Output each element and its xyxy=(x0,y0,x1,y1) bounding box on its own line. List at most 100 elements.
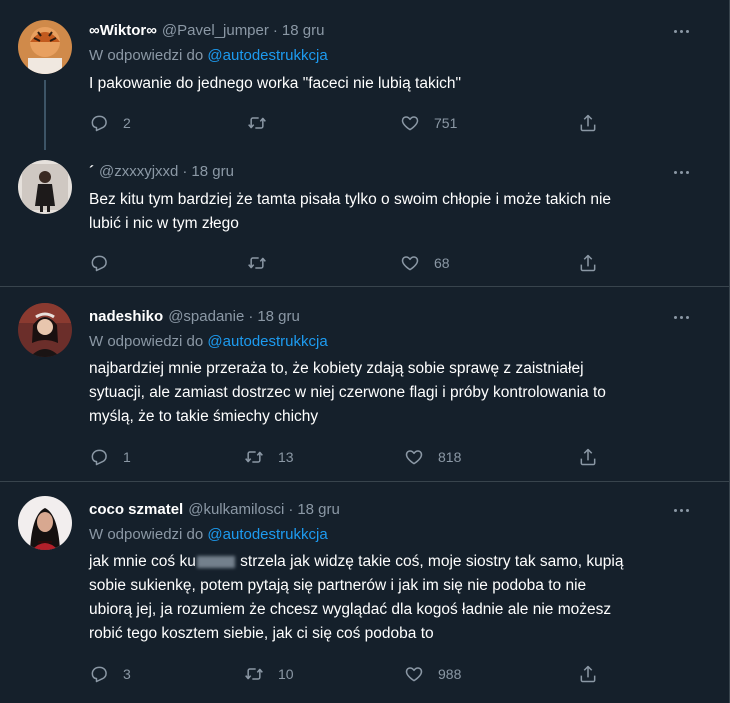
text-fragment: jak mnie coś ku xyxy=(89,553,196,570)
reply-count: 2 xyxy=(123,115,131,131)
separator-dot: · xyxy=(288,501,294,518)
like-count: 751 xyxy=(434,115,458,131)
avatar[interactable] xyxy=(18,160,72,214)
reply-to-line: W odpowiedzi do @autodestrukkcja xyxy=(89,45,328,67)
action-bar: 68 xyxy=(0,251,729,275)
like-icon xyxy=(400,253,420,273)
tweet-text-line: jak mnie coś ku strzela jak widzę takie … xyxy=(89,550,709,574)
retweet-button[interactable] xyxy=(247,251,267,275)
text-fragment: strzela jak widzę takie coś, moje siostr… xyxy=(235,553,624,570)
retweet-count: 13 xyxy=(278,449,294,465)
reply-icon xyxy=(89,113,109,133)
reply-prefix: W odpowiedzi do xyxy=(89,47,204,64)
display-name[interactable]: coco szmatel xyxy=(89,499,183,521)
timestamp[interactable]: 18 gru xyxy=(191,161,234,183)
timestamp[interactable]: 18 gru xyxy=(257,306,300,328)
like-count: 988 xyxy=(438,666,462,682)
retweet-count: 10 xyxy=(278,666,294,682)
reply-button[interactable] xyxy=(89,251,109,275)
user-handle[interactable]: @spadanie xyxy=(168,306,244,328)
share-button[interactable] xyxy=(578,445,598,469)
reply-to-line: W odpowiedzi do @autodestrukkcja xyxy=(89,524,328,546)
reply-to-line: W odpowiedzi do @autodestrukkcja xyxy=(89,331,328,353)
tweet-text-line: Bez kitu tym bardziej że tamta pisała ty… xyxy=(89,191,612,208)
tweet[interactable]: coco szmatel @kulkamilosci · 18 gru W od… xyxy=(0,483,729,703)
reply-icon xyxy=(89,447,109,467)
like-button[interactable]: 818 xyxy=(404,445,461,469)
reply-icon xyxy=(89,253,109,273)
tweet-header: coco szmatel @kulkamilosci · 18 gru xyxy=(89,499,340,521)
retweet-icon xyxy=(247,253,267,273)
more-icon[interactable] xyxy=(669,21,693,41)
reply-icon xyxy=(89,664,109,684)
share-icon xyxy=(578,253,598,273)
tweet[interactable]: nadeshiko @spadanie · 18 gru W odpowiedz… xyxy=(0,288,729,482)
share-icon xyxy=(578,664,598,684)
like-button[interactable]: 68 xyxy=(400,251,450,275)
more-icon[interactable] xyxy=(669,162,693,182)
retweet-icon xyxy=(244,664,264,684)
retweet-icon xyxy=(244,447,264,467)
tweet-text: I pakowanie do jednego worka "faceci nie… xyxy=(89,75,462,92)
tweet[interactable]: ´ @zxxxyjxxd · 18 gru Bez kitu tym bardz… xyxy=(0,149,729,287)
reply-count: 3 xyxy=(123,666,131,682)
tweet-text: Bez kitu tym bardziej że tamta pisała ty… xyxy=(89,188,709,236)
like-button[interactable]: 988 xyxy=(404,662,461,686)
reply-button[interactable]: 2 xyxy=(89,111,131,135)
user-handle[interactable]: @Pavel_jumper xyxy=(162,20,269,42)
avatar[interactable] xyxy=(18,496,72,550)
reply-mention-link[interactable]: @autodestrukkcja xyxy=(207,333,327,350)
retweet-button[interactable] xyxy=(247,111,267,135)
retweet-button[interactable]: 10 xyxy=(244,662,294,686)
like-button[interactable]: 751 xyxy=(400,111,457,135)
reply-mention-link[interactable]: @autodestrukkcja xyxy=(207,47,327,64)
like-icon xyxy=(400,113,420,133)
tweet-text-line: myślą, że to takie śmiechy chichy xyxy=(89,408,319,425)
like-count: 818 xyxy=(438,449,462,465)
share-icon xyxy=(578,113,598,133)
separator-dot: · xyxy=(182,163,188,180)
avatar[interactable] xyxy=(18,303,72,357)
share-button[interactable] xyxy=(578,251,598,275)
action-bar: 2 751 xyxy=(0,111,729,135)
tweet-text: najbardziej mnie przeraża to, że kobiety… xyxy=(89,357,709,429)
like-icon xyxy=(404,664,424,684)
more-icon[interactable] xyxy=(669,500,693,520)
tweet-text-line: robić tego kosztem siebie, jak ci się co… xyxy=(89,625,434,642)
separator-dot: · xyxy=(248,308,254,325)
tweet-header: ∞Wiktor∞ @Pavel_jumper · 18 gru xyxy=(89,20,324,42)
reply-count: 1 xyxy=(123,449,131,465)
like-count: 68 xyxy=(434,255,450,271)
redacted-word xyxy=(196,555,235,568)
tweet-header: ´ @zxxxyjxxd · 18 gru xyxy=(89,161,234,183)
tweet[interactable]: ∞Wiktor∞ @Pavel_jumper · 18 gru W odpowi… xyxy=(0,0,729,150)
display-name[interactable]: nadeshiko xyxy=(89,306,163,328)
action-bar: 1 13 818 xyxy=(0,445,729,469)
retweet-icon xyxy=(247,113,267,133)
tweet-text-line: ubiorą jej, ja rozumiem że chcesz wygląd… xyxy=(89,601,612,618)
action-bar: 3 10 988 xyxy=(0,662,729,686)
user-handle[interactable]: @kulkamilosci xyxy=(188,499,284,521)
avatar[interactable] xyxy=(18,20,72,74)
tweet-header: nadeshiko @spadanie · 18 gru xyxy=(89,306,300,328)
share-button[interactable] xyxy=(578,662,598,686)
tweet-text: jak mnie coś ku strzela jak widzę takie … xyxy=(89,550,709,646)
reply-button[interactable]: 3 xyxy=(89,662,131,686)
reply-prefix: W odpowiedzi do xyxy=(89,526,204,543)
share-button[interactable] xyxy=(578,111,598,135)
separator-dot: · xyxy=(272,22,278,39)
reply-mention-link[interactable]: @autodestrukkcja xyxy=(207,526,327,543)
share-icon xyxy=(578,447,598,467)
tweet-text-line: sytuacji, ale zamiast dostrzec w niej cz… xyxy=(89,384,606,401)
timestamp[interactable]: 18 gru xyxy=(282,20,325,42)
user-handle[interactable]: @zxxxyjxxd xyxy=(99,161,178,183)
reply-button[interactable]: 1 xyxy=(89,445,131,469)
display-name[interactable]: ∞Wiktor∞ xyxy=(89,20,157,42)
display-name[interactable]: ´ xyxy=(89,161,94,183)
reply-prefix: W odpowiedzi do xyxy=(89,333,204,350)
retweet-button[interactable]: 13 xyxy=(244,445,294,469)
tweet-text-line: najbardziej mnie przeraża to, że kobiety… xyxy=(89,360,584,377)
timestamp[interactable]: 18 gru xyxy=(297,499,340,521)
more-icon[interactable] xyxy=(669,307,693,327)
tweet-text-line: sobie sukienkę, potem pytają się partner… xyxy=(89,577,587,594)
